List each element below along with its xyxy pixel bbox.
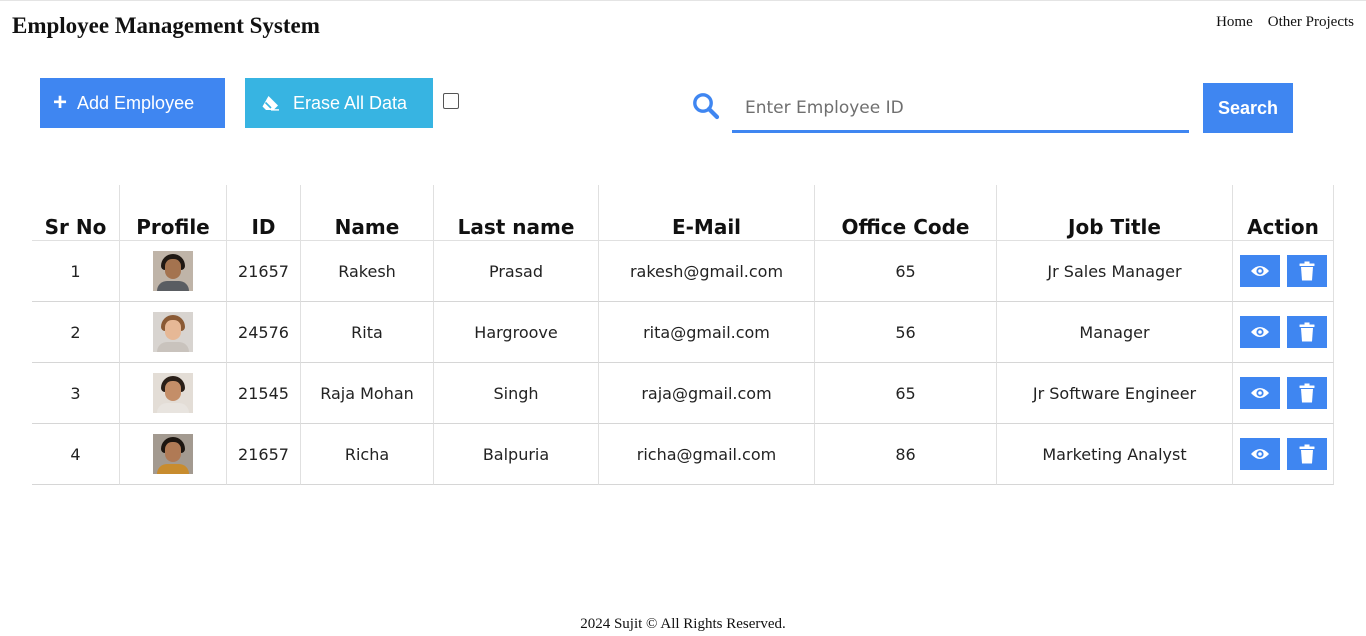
cell-office-code: 65 — [814, 363, 996, 424]
cell-office-code: 86 — [814, 424, 996, 485]
column-header-action: Action — [1232, 185, 1334, 241]
view-employee-button[interactable] — [1239, 377, 1280, 409]
eye-icon — [1250, 264, 1270, 278]
cell-office-code: 65 — [814, 241, 996, 302]
cell-email: rita@gmail.com — [598, 302, 814, 363]
delete-employee-button[interactable] — [1286, 316, 1327, 348]
cell-name: Rakesh — [300, 241, 433, 302]
plus-icon: + — [53, 89, 68, 116]
cell-job-title: Manager — [996, 302, 1232, 363]
cell-office-code: 56 — [814, 302, 996, 363]
cell-job-title: Jr Sales Manager — [996, 241, 1232, 302]
cell-profile — [119, 302, 226, 363]
table-row: 2 24576 Rita Hargroove rita@gmail.com 56 Manag… — [32, 302, 1334, 363]
cell-action — [1232, 363, 1334, 424]
eraser-icon — [261, 95, 280, 111]
trash-icon — [1299, 261, 1315, 281]
cell-profile — [119, 363, 226, 424]
cell-sr-no: 2 — [32, 302, 119, 363]
avatar — [153, 312, 193, 352]
table-row: 4 21657 Richa Balpuria richa@gmail.com 86 Mark… — [32, 424, 1334, 485]
nav-other-projects-link[interactable]: Other Projects — [1268, 14, 1354, 31]
cell-id: 24576 — [226, 302, 300, 363]
delete-employee-button[interactable] — [1286, 438, 1327, 470]
cell-name: Rita — [300, 302, 433, 363]
page-title: Employee Management System — [12, 13, 320, 38]
cell-last-name: Balpuria — [433, 424, 598, 485]
delete-employee-button[interactable] — [1286, 377, 1327, 409]
delete-employee-button[interactable] — [1286, 255, 1327, 287]
cell-last-name: Singh — [433, 363, 598, 424]
cell-id: 21545 — [226, 363, 300, 424]
add-employee-button[interactable]: + Add Employee — [40, 78, 225, 128]
cell-last-name: Hargroove — [433, 302, 598, 363]
cell-email: raja@gmail.com — [598, 363, 814, 424]
cell-name: Raja Mohan — [300, 363, 433, 424]
column-header-office-code: Office Code — [814, 185, 996, 241]
trash-icon — [1299, 444, 1315, 464]
cell-sr-no: 4 — [32, 424, 119, 485]
erase-confirm-checkbox[interactable] — [443, 93, 459, 109]
footer-copyright: 2024 Sujit © All Rights Reserved. — [580, 616, 786, 632]
trash-icon — [1299, 322, 1315, 342]
erase-all-data-button[interactable]: Erase All Data — [245, 78, 433, 128]
cell-profile — [119, 424, 226, 485]
cell-email: richa@gmail.com — [598, 424, 814, 485]
cell-action — [1232, 424, 1334, 485]
erase-all-data-label: Erase All Data — [293, 92, 408, 113]
column-header-last-name: Last name — [433, 185, 598, 241]
top-nav: Home Other Projects — [1216, 14, 1354, 31]
table-header-row: Sr No Profile ID Name Last name E-Mail O… — [32, 185, 1334, 241]
eye-icon — [1250, 447, 1270, 461]
eye-icon — [1250, 325, 1270, 339]
search-button[interactable]: Search — [1203, 83, 1293, 133]
cell-id: 21657 — [226, 424, 300, 485]
avatar — [153, 434, 193, 474]
cell-email: rakesh@gmail.com — [598, 241, 814, 302]
cell-sr-no: 1 — [32, 241, 119, 302]
eye-icon — [1250, 386, 1270, 400]
cell-action — [1232, 302, 1334, 363]
column-header-sr-no: Sr No — [32, 185, 119, 241]
view-employee-button[interactable] — [1239, 255, 1280, 287]
column-header-id: ID — [226, 185, 300, 241]
view-employee-button[interactable] — [1239, 438, 1280, 470]
column-header-email: E-Mail — [598, 185, 814, 241]
avatar — [153, 373, 193, 413]
cell-job-title: Marketing Analyst — [996, 424, 1232, 485]
cell-id: 21657 — [226, 241, 300, 302]
avatar — [153, 251, 193, 291]
column-header-job-title: Job Title — [996, 185, 1232, 241]
add-employee-label: Add Employee — [77, 92, 195, 113]
table-row: 3 21545 Raja Mohan Singh raja@gmail.com 65 Jr … — [32, 363, 1334, 424]
cell-name: Richa — [300, 424, 433, 485]
cell-job-title: Jr Software Engineer — [996, 363, 1232, 424]
cell-profile — [119, 241, 226, 302]
cell-sr-no: 3 — [32, 363, 119, 424]
column-header-name: Name — [300, 185, 433, 241]
trash-icon — [1299, 383, 1315, 403]
employee-table: Sr No Profile ID Name Last name E-Mail O… — [32, 185, 1334, 485]
search-icon — [692, 92, 720, 124]
column-header-profile: Profile — [119, 185, 226, 241]
cell-last-name: Prasad — [433, 241, 598, 302]
nav-home-link[interactable]: Home — [1216, 14, 1253, 31]
employee-id-search-input[interactable] — [732, 85, 1189, 133]
view-employee-button[interactable] — [1239, 316, 1280, 348]
cell-action — [1232, 241, 1334, 302]
table-row: 1 21657 Rakesh Prasad rakesh@gmail.com 65 Jr S… — [32, 241, 1334, 302]
